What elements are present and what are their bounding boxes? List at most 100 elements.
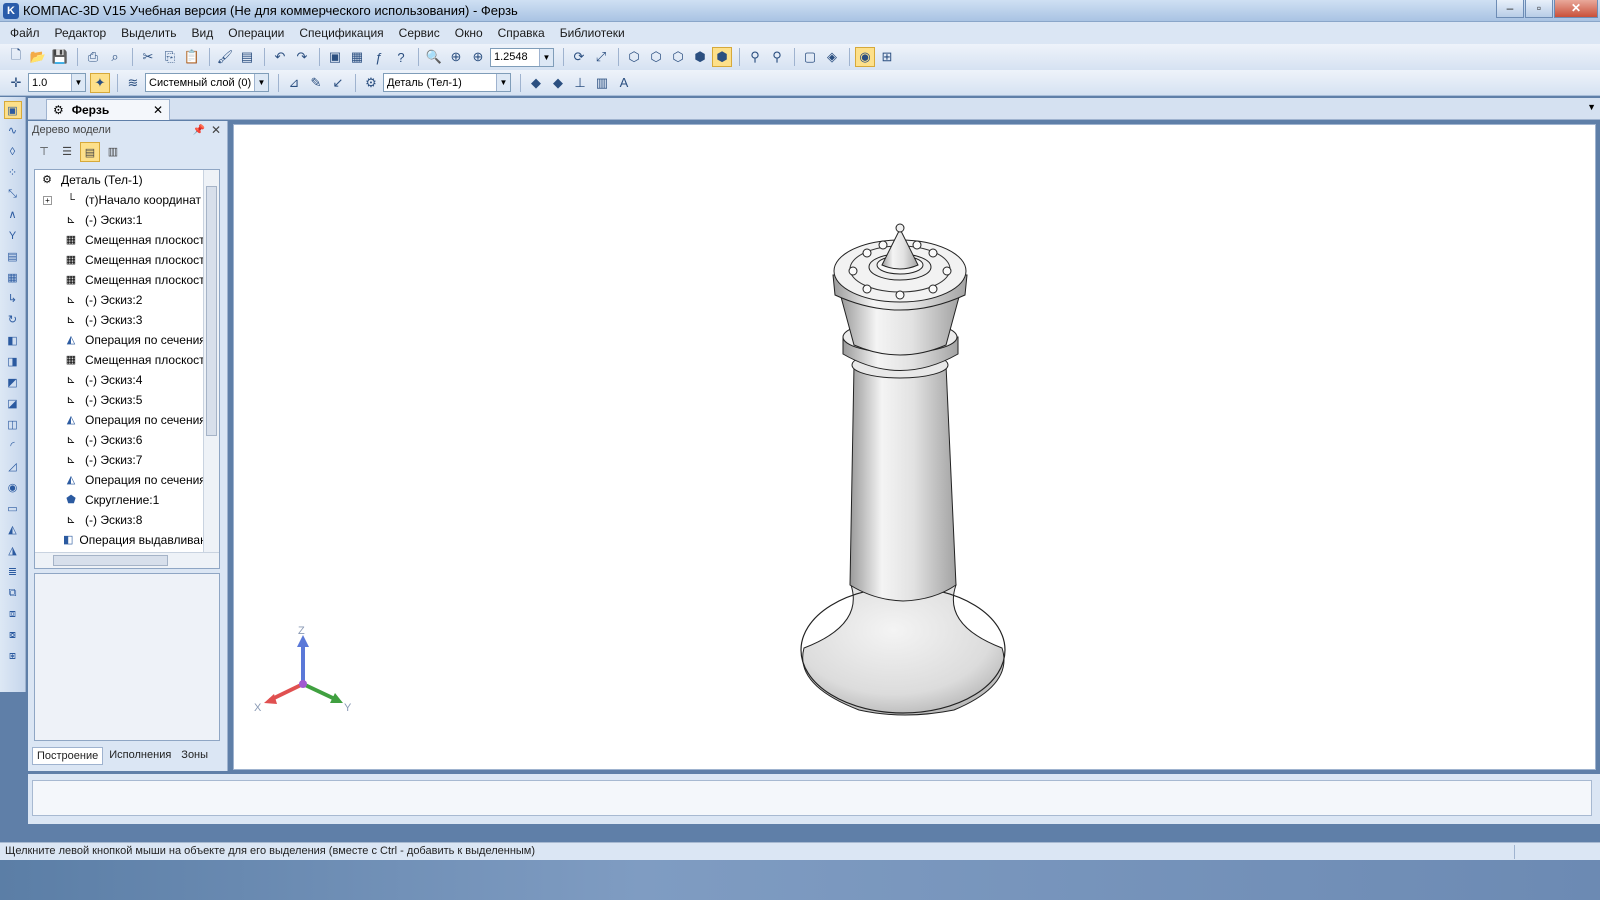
tree-item[interactable]: ⊾ (-) Эскиз:1 xyxy=(35,210,219,230)
tree-item[interactable]: ⊾ (-) Эскиз:7 xyxy=(35,450,219,470)
open-icon[interactable]: 📂 xyxy=(28,47,48,67)
save-icon[interactable]: 💾 xyxy=(50,47,70,67)
minimize-icon[interactable]: – xyxy=(1496,0,1524,18)
tree-item[interactable]: ◭ Операция по сечениям xyxy=(35,470,219,490)
boolean-tool-icon[interactable]: ⧆ xyxy=(4,647,22,665)
appearance-icon[interactable]: ◈ xyxy=(822,47,842,67)
mass-icon[interactable]: ▥ xyxy=(592,73,612,93)
chevron-down-icon[interactable]: ▼ xyxy=(539,48,553,66)
mirror-tool-icon[interactable]: ⧈ xyxy=(4,605,22,623)
zoom-all-icon[interactable]: ⊕ xyxy=(446,47,466,67)
measure-icon[interactable]: ⊞ xyxy=(877,47,897,67)
cut-extrude-icon[interactable]: ◫ xyxy=(4,416,22,434)
rib-tool-icon[interactable]: ◭ xyxy=(4,521,22,539)
diagnostics-icon[interactable]: ↳ xyxy=(4,290,22,308)
thin-lines-icon[interactable]: ⬡ xyxy=(668,47,688,67)
grid-snap-icon[interactable]: ✛ xyxy=(6,73,26,93)
shaded-icon[interactable]: ⬢ xyxy=(690,47,710,67)
orient-normal-icon[interactable]: ↙ xyxy=(328,73,348,93)
kinematic-tool-icon[interactable]: ◩ xyxy=(4,374,22,392)
filter-icon[interactable]: ⚲ xyxy=(745,47,765,67)
tree-item[interactable]: ▦ Смещенная плоскость xyxy=(35,270,219,290)
mcs-icon[interactable]: ⊥ xyxy=(570,73,590,93)
variables-icon[interactable]: ƒ xyxy=(369,47,389,67)
tree-item[interactable]: ▦ Смещенная плоскость xyxy=(35,350,219,370)
tree-view-icon[interactable]: ☰ xyxy=(57,142,77,162)
close-tab-icon[interactable]: ✕ xyxy=(153,103,163,117)
hidden-lines-icon[interactable]: ⬡ xyxy=(646,47,666,67)
tree-item[interactable]: + └ (т)Начало координат xyxy=(35,190,219,210)
print-icon[interactable]: ⎙ xyxy=(83,47,103,67)
surfaces-icon[interactable]: ◊ xyxy=(4,143,22,161)
tree-horizontal-scrollbar[interactable] xyxy=(35,552,219,568)
cut-icon[interactable]: ✂ xyxy=(138,47,158,67)
part-icon[interactable]: ⚙ xyxy=(361,73,381,93)
tree-item[interactable]: ◧ Операция выдавливания xyxy=(35,530,219,550)
scroll-thumb[interactable] xyxy=(53,555,168,566)
color-icon[interactable]: ◆ xyxy=(548,73,568,93)
tree-item[interactable]: ◭ Операция по сечениям xyxy=(35,410,219,430)
select-filter-icon[interactable]: ⚲ xyxy=(767,47,787,67)
tree-item[interactable]: ◭ Операция по сечениям xyxy=(35,330,219,350)
close-icon[interactable]: ✕ xyxy=(1554,0,1598,18)
menu-specification[interactable]: Спецификация xyxy=(299,26,383,40)
tree-item[interactable]: ⊾ (-) Эскиз:4 xyxy=(35,370,219,390)
chamfer-tool-icon[interactable]: ◿ xyxy=(4,458,22,476)
rotation-op-icon[interactable]: ↻ xyxy=(4,311,22,329)
wireframe-icon[interactable]: ⬡ xyxy=(624,47,644,67)
copy-tool-icon[interactable]: ⧇ xyxy=(4,626,22,644)
loft-tool-icon[interactable]: ◪ xyxy=(4,395,22,413)
edit-part-icon[interactable]: ✎ xyxy=(306,73,326,93)
tree-item-root[interactable]: ⚙ Деталь (Тел-1) xyxy=(35,170,219,190)
library-icon[interactable]: ▦ xyxy=(347,47,367,67)
spec-icon[interactable]: ▤ xyxy=(4,248,22,266)
rotate-icon[interactable]: ⟳ xyxy=(569,47,589,67)
undo-icon[interactable]: ↶ xyxy=(270,47,290,67)
tree-item[interactable]: ⊾ (-) Эскиз:5 xyxy=(35,390,219,410)
step-combo[interactable]: 1.0 ▼ xyxy=(28,73,86,92)
menu-view[interactable]: Вид xyxy=(192,26,214,40)
tab-list-icon[interactable]: ▼ xyxy=(1587,102,1596,112)
thread-tool-icon[interactable]: ≣ xyxy=(4,563,22,581)
tree-item[interactable]: ▦ Смещенная плоскость xyxy=(35,250,219,270)
menu-window[interactable]: Окно xyxy=(455,26,483,40)
draft-tool-icon[interactable]: ◮ xyxy=(4,542,22,560)
hole-tool-icon[interactable]: ◉ xyxy=(4,479,22,497)
tree-structure-icon[interactable]: ⊤ xyxy=(34,142,54,162)
tab-document[interactable]: ⚙ Ферзь ✕ xyxy=(46,99,170,120)
tab-zones[interactable]: Зоны xyxy=(177,747,212,765)
tree-item[interactable]: ⊾ (-) Эскиз:8 xyxy=(35,510,219,530)
menu-operations[interactable]: Операции xyxy=(228,26,284,40)
help-pointer-icon[interactable]: ? xyxy=(391,47,411,67)
close-panel-icon[interactable]: ✕ xyxy=(211,123,221,137)
menu-edit[interactable]: Редактор xyxy=(55,26,107,40)
tree-item[interactable]: ⊾ (-) Эскиз:2 xyxy=(35,290,219,310)
tab-build[interactable]: Построение xyxy=(32,747,104,765)
shaded-edges-icon[interactable]: ⬢ xyxy=(712,47,732,67)
zoom-in-icon[interactable]: ⊕ xyxy=(468,47,488,67)
manager-icon[interactable]: ▣ xyxy=(325,47,345,67)
zoom-window-icon[interactable]: 🔍 xyxy=(424,47,444,67)
tree-item[interactable]: ⊾ (-) Эскиз:3 xyxy=(35,310,219,330)
zoom-combo[interactable]: 1.2548 ▼ xyxy=(490,47,554,67)
menu-libraries[interactable]: Библиотеки xyxy=(560,26,625,40)
shell-tool-icon[interactable]: ▭ xyxy=(4,500,22,518)
arrays-icon[interactable]: ⁘ xyxy=(4,164,22,182)
new-document-icon[interactable]: 🗋 xyxy=(6,47,26,67)
revolve-tool-icon[interactable]: ◨ xyxy=(4,353,22,371)
split-tool-icon[interactable]: ⧉ xyxy=(4,584,22,602)
scroll-thumb[interactable] xyxy=(206,186,217,436)
pin-icon[interactable]: 📌 xyxy=(192,125,204,136)
properties-field[interactable] xyxy=(32,780,1592,816)
filter-tool-icon[interactable]: Y xyxy=(4,227,22,245)
perspective-icon[interactable]: ◉ xyxy=(855,47,875,67)
snap-icon[interactable]: ✦ xyxy=(90,72,110,93)
material-icon[interactable]: ◆ xyxy=(526,73,546,93)
extrude-tool-icon[interactable]: ◧ xyxy=(4,332,22,350)
tree-item[interactable]: ⬟ Скругление:1 xyxy=(35,490,219,510)
box-icon[interactable]: ▢ xyxy=(800,47,820,67)
dimensions-icon[interactable]: ∧ xyxy=(4,206,22,224)
part-combo[interactable]: Деталь (Тел-1) ▼ xyxy=(383,73,511,92)
menu-service[interactable]: Сервис xyxy=(399,26,440,40)
chevron-down-icon[interactable]: ▼ xyxy=(496,74,510,91)
